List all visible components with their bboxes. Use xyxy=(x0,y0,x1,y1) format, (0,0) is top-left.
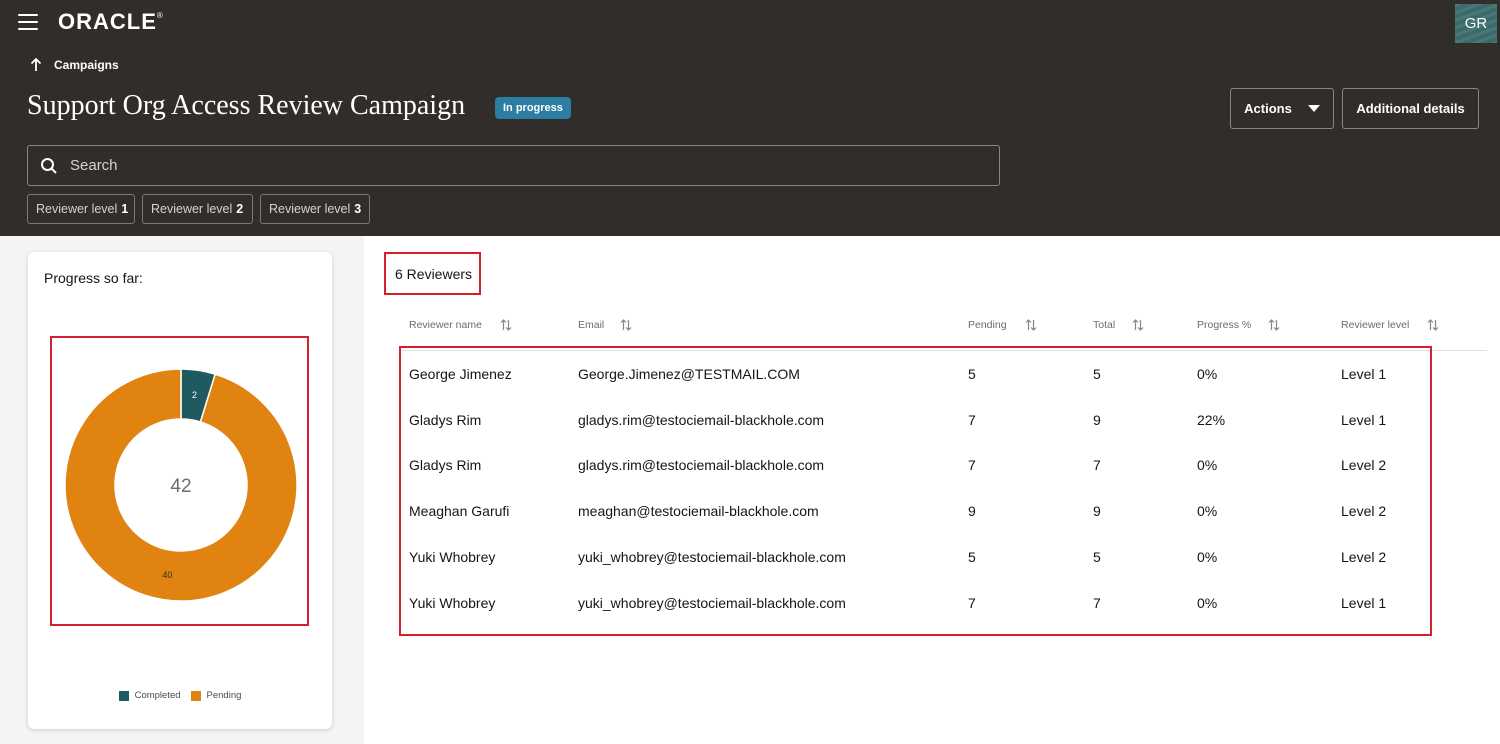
cell-pending: 5 xyxy=(968,366,976,382)
cell-total: 9 xyxy=(1093,503,1101,520)
page-header: ORACLE® GR Campaigns Support Org Access … xyxy=(0,0,1500,236)
donut-center-total: 42 xyxy=(170,476,191,497)
legend-item-pending[interactable]: Pending xyxy=(190,690,241,701)
cell-reviewer-level: Level 2 xyxy=(1341,457,1387,474)
page-title: Support Org Access Review Campaign xyxy=(27,90,466,121)
progress-card: Progress so far: 2 40 42 Completed Pending xyxy=(28,252,332,729)
legend-swatch-pending xyxy=(190,690,201,701)
sort-icon[interactable] xyxy=(1268,319,1280,331)
column-header-email[interactable]: Email xyxy=(578,319,604,331)
filter-chip-level-2[interactable]: Reviewer level 2 xyxy=(142,194,253,224)
cell-reviewer-name: Meaghan Garufi xyxy=(409,503,510,520)
slice-label-completed: 2 xyxy=(192,390,197,400)
cell-reviewer-level: Level 1 xyxy=(1341,594,1387,611)
status-badge: In progress xyxy=(495,97,571,119)
cell-total: 5 xyxy=(1093,366,1101,382)
column-header-progress[interactable]: Progress % xyxy=(1197,319,1251,331)
arrow-up-icon xyxy=(30,58,42,71)
cell-email: gladys.rim@testociemail-blackhole.com xyxy=(578,411,825,428)
cell-reviewer-name: Yuki Whobrey xyxy=(409,594,496,611)
sort-icon[interactable] xyxy=(620,319,632,331)
menu-icon[interactable] xyxy=(18,14,38,30)
cell-progress: 0% xyxy=(1197,594,1218,611)
cell-progress: 0% xyxy=(1197,366,1218,382)
user-avatar[interactable]: GR xyxy=(1455,4,1497,43)
cell-total: 5 xyxy=(1093,548,1101,565)
cell-reviewer-name: George Jimenez xyxy=(409,366,512,382)
filter-chip-level-3[interactable]: Reviewer level 3 xyxy=(260,194,370,224)
cell-pending: 7 xyxy=(968,457,976,474)
actions-button[interactable]: Actions xyxy=(1230,88,1334,129)
cell-total: 7 xyxy=(1093,594,1101,611)
cell-pending: 7 xyxy=(968,411,976,428)
cell-email: gladys.rim@testociemail-blackhole.com xyxy=(578,457,825,474)
cell-pending: 9 xyxy=(968,503,976,520)
rows-highlight xyxy=(399,346,1432,636)
search-icon xyxy=(41,157,57,174)
cell-progress: 0% xyxy=(1197,548,1218,565)
actions-label: Actions xyxy=(1244,101,1292,116)
search-input[interactable] xyxy=(70,157,970,174)
column-header-reviewer-name[interactable]: Reviewer name xyxy=(409,319,482,331)
sort-icon[interactable] xyxy=(500,319,512,331)
sort-icon[interactable] xyxy=(1427,319,1439,331)
column-header-pending[interactable]: Pending xyxy=(968,319,1007,331)
cell-total: 7 xyxy=(1093,457,1101,474)
sort-icon[interactable] xyxy=(1132,319,1144,331)
cell-email: yuki_whobrey@testociemail-blackhole.com xyxy=(578,548,846,565)
left-panel: Progress so far: 2 40 42 Completed Pending xyxy=(0,236,364,744)
cell-reviewer-name: Gladys Rim xyxy=(409,411,482,428)
cell-reviewer-level: Level 2 xyxy=(1341,503,1387,520)
column-header-total[interactable]: Total xyxy=(1093,319,1115,331)
oracle-logo[interactable]: ORACLE® xyxy=(58,9,164,35)
additional-details-button[interactable]: Additional details xyxy=(1342,88,1479,129)
legend-item-completed[interactable]: Completed xyxy=(118,690,181,701)
donut-highlight: 2 40 42 xyxy=(50,336,309,626)
column-header-reviewer-level[interactable]: Reviewer level xyxy=(1341,319,1409,331)
cell-reviewer-level: Level 2 xyxy=(1341,548,1387,565)
legend-swatch-completed xyxy=(118,690,129,701)
cell-email: George.Jimenez@TESTMAIL.COM xyxy=(578,366,800,382)
cell-total: 9 xyxy=(1093,411,1101,428)
breadcrumb-label: Campaigns xyxy=(54,58,119,72)
sort-icon[interactable] xyxy=(1025,319,1037,331)
cell-progress: 0% xyxy=(1197,503,1218,520)
cell-reviewer-level: Level 1 xyxy=(1341,366,1387,382)
cell-reviewer-name: Gladys Rim xyxy=(409,457,482,474)
cell-progress: 22% xyxy=(1197,411,1226,428)
cell-pending: 7 xyxy=(968,594,976,611)
search-box[interactable] xyxy=(27,145,1000,186)
slice-label-pending: 40 xyxy=(162,570,172,580)
filter-chip-level-1[interactable]: Reviewer level 1 xyxy=(27,194,135,224)
donut-chart[interactable]: 2 40 42 xyxy=(64,368,298,602)
progress-title: Progress so far: xyxy=(44,270,143,286)
cell-reviewer-level: Level 1 xyxy=(1341,411,1387,428)
cell-pending: 5 xyxy=(968,548,976,565)
chart-legend: Completed Pending xyxy=(28,690,332,701)
cell-email: yuki_whobrey@testociemail-blackhole.com xyxy=(578,594,846,611)
reviewers-count: 6 Reviewers xyxy=(384,252,481,295)
cell-reviewer-name: Yuki Whobrey xyxy=(409,548,496,565)
caret-down-icon xyxy=(1307,105,1320,112)
cell-progress: 0% xyxy=(1197,457,1218,474)
cell-email: meaghan@testociemail-blackhole.com xyxy=(578,503,819,520)
breadcrumb-campaigns[interactable]: Campaigns xyxy=(30,58,119,72)
